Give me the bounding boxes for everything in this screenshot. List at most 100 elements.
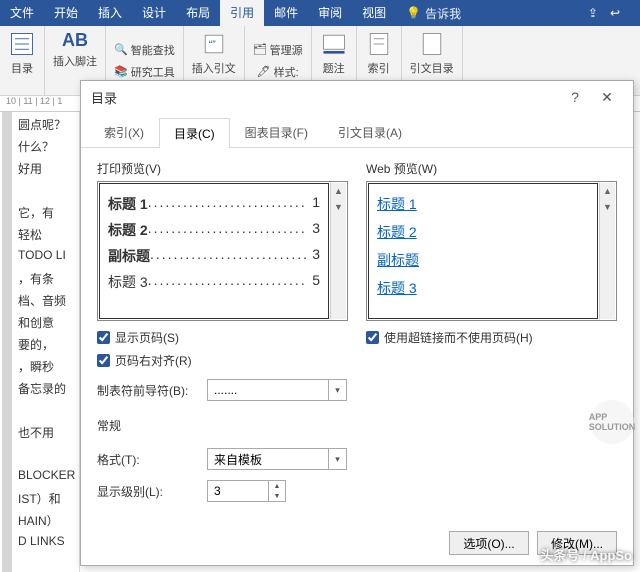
cite-toc-button[interactable]: 引文目录 [410, 30, 454, 76]
scroll-up-icon[interactable]: ▲ [600, 183, 615, 199]
ribbon-tabs: 文件 开始 插入 设计 布局 引用 邮件 审阅 视图 💡 告诉我 ⇪ ↩ [0, 0, 640, 26]
web-preview-link[interactable]: 标题 1 [377, 194, 589, 214]
citation-label: 插入引文 [192, 60, 236, 76]
web-preview-link[interactable]: 标题 2 [377, 222, 589, 242]
scroll-down-icon[interactable]: ▼ [600, 199, 615, 215]
toc-preview-line: 副标题 ....................................… [108, 246, 320, 266]
spinner-up-icon[interactable]: ▲ [269, 481, 285, 491]
insert-citation-button[interactable]: “” 插入引文 [192, 30, 236, 76]
ab-icon: AB [62, 30, 88, 51]
scroll-down-icon[interactable]: ▼ [331, 199, 346, 215]
dialog-tab-authorities[interactable]: 引文目录(A) [323, 117, 417, 147]
tab-home[interactable]: 开始 [44, 0, 88, 26]
doc-text-line: HAIN） [18, 512, 59, 529]
book-icon: 📚 [114, 65, 128, 78]
web-preview-link[interactable]: 标题 3 [377, 278, 589, 298]
caption-button[interactable]: 题注 [320, 30, 348, 76]
modify-button[interactable]: 修改(M)... [537, 531, 617, 555]
doc-text-line: 档、音频 [18, 292, 66, 309]
lightbulb-icon: 💡 [406, 6, 421, 20]
doc-text-line: ，瞬秒 [18, 358, 54, 375]
web-preview-scrollbar[interactable]: ▲ ▼ [599, 183, 615, 319]
use-hyperlinks-checkbox[interactable]: 使用超链接而不使用页码(H) [366, 329, 617, 346]
manage-icon: 🗂 [253, 43, 267, 56]
show-page-numbers-label: 显示页码(S) [115, 329, 179, 346]
show-page-numbers-checkbox[interactable]: 显示页码(S) [97, 329, 348, 346]
web-preview-label: Web 预览(W) [366, 160, 617, 177]
help-button[interactable]: ? [559, 81, 591, 113]
format-label: 格式(T): [97, 451, 197, 468]
toc-preview-line: 标题 2 ...................................… [108, 220, 320, 240]
doc-text-line: 它，有 [18, 204, 54, 221]
doc-text-line: D LINKS [18, 534, 65, 548]
levels-spinner[interactable]: ▲ ▼ [207, 480, 286, 502]
index-label: 索引 [368, 60, 390, 76]
share-icon[interactable]: ⇪ [588, 6, 598, 20]
spinner-down-icon[interactable]: ▼ [269, 491, 285, 501]
caption-label: 题注 [323, 60, 345, 76]
dialog-button-row: 选项(O)... 修改(M)... [81, 521, 633, 565]
insert-footnote-button[interactable]: AB 插入脚注 [53, 30, 97, 69]
print-preview-scrollbar[interactable]: ▲ ▼ [330, 183, 346, 319]
tab-leader-combo[interactable]: ▾ [207, 379, 347, 401]
search-icon: 🔍 [114, 43, 128, 56]
dialog-tab-figures[interactable]: 图表目录(F) [230, 117, 323, 147]
tab-references[interactable]: 引用 [220, 0, 264, 26]
tab-review[interactable]: 审阅 [308, 0, 352, 26]
scroll-up-icon[interactable]: ▲ [331, 183, 346, 199]
toc-preview-line: 标题 1 ...................................… [108, 194, 320, 214]
doc-text-line: IST）和 [18, 490, 61, 507]
format-input[interactable] [208, 449, 328, 469]
doc-text-line: 什么？ [18, 138, 54, 155]
levels-label: 显示级别(L): [97, 483, 197, 500]
dropdown-icon[interactable]: ▾ [328, 449, 346, 469]
dialog-title: 目录 [91, 88, 117, 107]
style-label: 样式: [274, 64, 299, 80]
tab-view[interactable]: 视图 [352, 0, 396, 26]
tab-mail[interactable]: 邮件 [264, 0, 308, 26]
history-icon[interactable]: ↩ [610, 6, 620, 20]
dialog-tab-toc[interactable]: 目录(C) [159, 118, 230, 148]
toc-dialog: 目录 ? ✕ 索引(X) 目录(C) 图表目录(F) 引文目录(A) 打印预览(… [80, 80, 634, 566]
toc-preview-line: 标题 3 ...................................… [108, 272, 320, 292]
doc-text-line: 也不用 [18, 424, 54, 441]
doc-text-line: 轻松 [18, 226, 42, 243]
style-dropdown[interactable]: 🖊样式: [257, 64, 299, 80]
doc-text-line: BLOCKER [18, 468, 75, 482]
selection-bar [2, 112, 12, 572]
tab-insert[interactable]: 插入 [88, 0, 132, 26]
options-button[interactable]: 选项(O)... [449, 531, 529, 555]
right-align-checkbox[interactable]: 页码右对齐(R) [97, 352, 348, 369]
doc-text-line: 要的， [18, 336, 54, 353]
tab-leader-label: 制表符前导符(B): [97, 382, 197, 399]
toc-label: 目录 [11, 60, 33, 76]
doc-text-line: TODO LI [18, 248, 66, 262]
tab-layout[interactable]: 布局 [176, 0, 220, 26]
manage-sources-button[interactable]: 🗂管理源 [253, 42, 303, 58]
doc-text-line: ，有条 [18, 270, 54, 287]
tell-me[interactable]: 💡 告诉我 [396, 5, 471, 22]
research-tool-button[interactable]: 📚研究工具 [114, 64, 175, 80]
tab-design[interactable]: 设计 [132, 0, 176, 26]
dialog-tab-index[interactable]: 索引(X) [89, 117, 159, 147]
manage-sources-label: 管理源 [270, 42, 303, 58]
format-combo[interactable]: ▾ [207, 448, 347, 470]
research-tool-label: 研究工具 [131, 64, 175, 80]
smart-lookup-label: 智能查找 [131, 42, 175, 58]
style-icon: 🖊 [257, 65, 271, 78]
cite-toc-label: 引文目录 [410, 60, 454, 76]
toc-button[interactable]: 目录 [8, 30, 36, 76]
footnote-label: 插入脚注 [53, 53, 97, 69]
dropdown-icon[interactable]: ▾ [328, 380, 346, 400]
print-preview-label: 打印预览(V) [97, 160, 348, 177]
dialog-titlebar: 目录 ? ✕ [81, 81, 633, 113]
close-button[interactable]: ✕ [591, 81, 623, 113]
web-preview-link[interactable]: 副标题 [377, 250, 589, 270]
smart-lookup-button[interactable]: 🔍智能查找 [114, 42, 175, 58]
index-button[interactable]: 索引 [365, 30, 393, 76]
dialog-tabs: 索引(X) 目录(C) 图表目录(F) 引文目录(A) [81, 113, 633, 148]
general-section-label: 常规 [97, 417, 617, 434]
tab-leader-input[interactable] [208, 380, 328, 400]
levels-input[interactable] [208, 481, 268, 501]
tab-file[interactable]: 文件 [0, 0, 44, 26]
